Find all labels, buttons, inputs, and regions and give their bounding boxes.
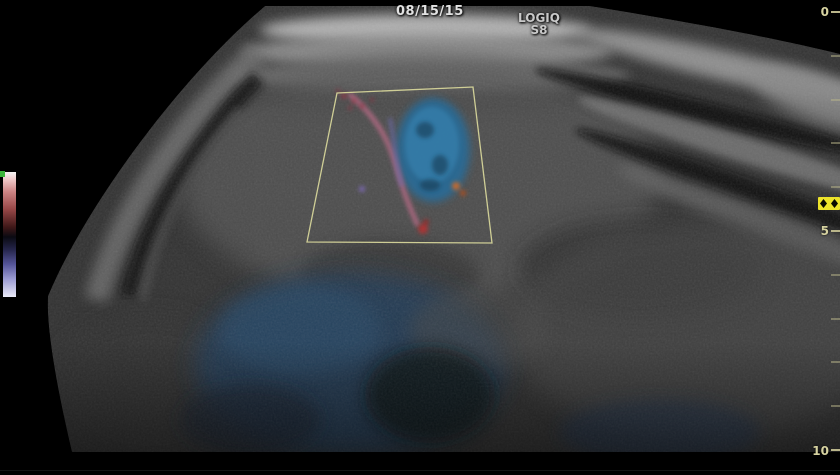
depth-tick (831, 274, 840, 276)
depth-tick (831, 186, 840, 188)
ultrasound-display: 08/15/15 LOGIQ S8 0 5 10 (0, 0, 840, 475)
baseline-marker-icon (0, 171, 5, 177)
depth-tick (831, 55, 840, 57)
depth-label: 10 (807, 444, 829, 458)
depth-tick (831, 405, 840, 407)
machine-logo: LOGIQ S8 (510, 12, 568, 36)
depth-tick (831, 99, 840, 101)
ultrasound-image (0, 0, 840, 475)
depth-ruler: 0 5 10 (804, 0, 840, 475)
depth-tick (831, 11, 840, 13)
depth-tick (831, 318, 840, 320)
depth-tick (831, 361, 840, 363)
depth-label: 0 (807, 5, 829, 19)
exam-date: 08/15/15 (396, 4, 464, 19)
depth-label: 5 (807, 224, 829, 238)
depth-tick (831, 230, 840, 232)
bottom-divider (0, 470, 840, 471)
machine-model: S8 (510, 24, 568, 36)
depth-tick (831, 142, 840, 144)
depth-tick (831, 449, 840, 451)
